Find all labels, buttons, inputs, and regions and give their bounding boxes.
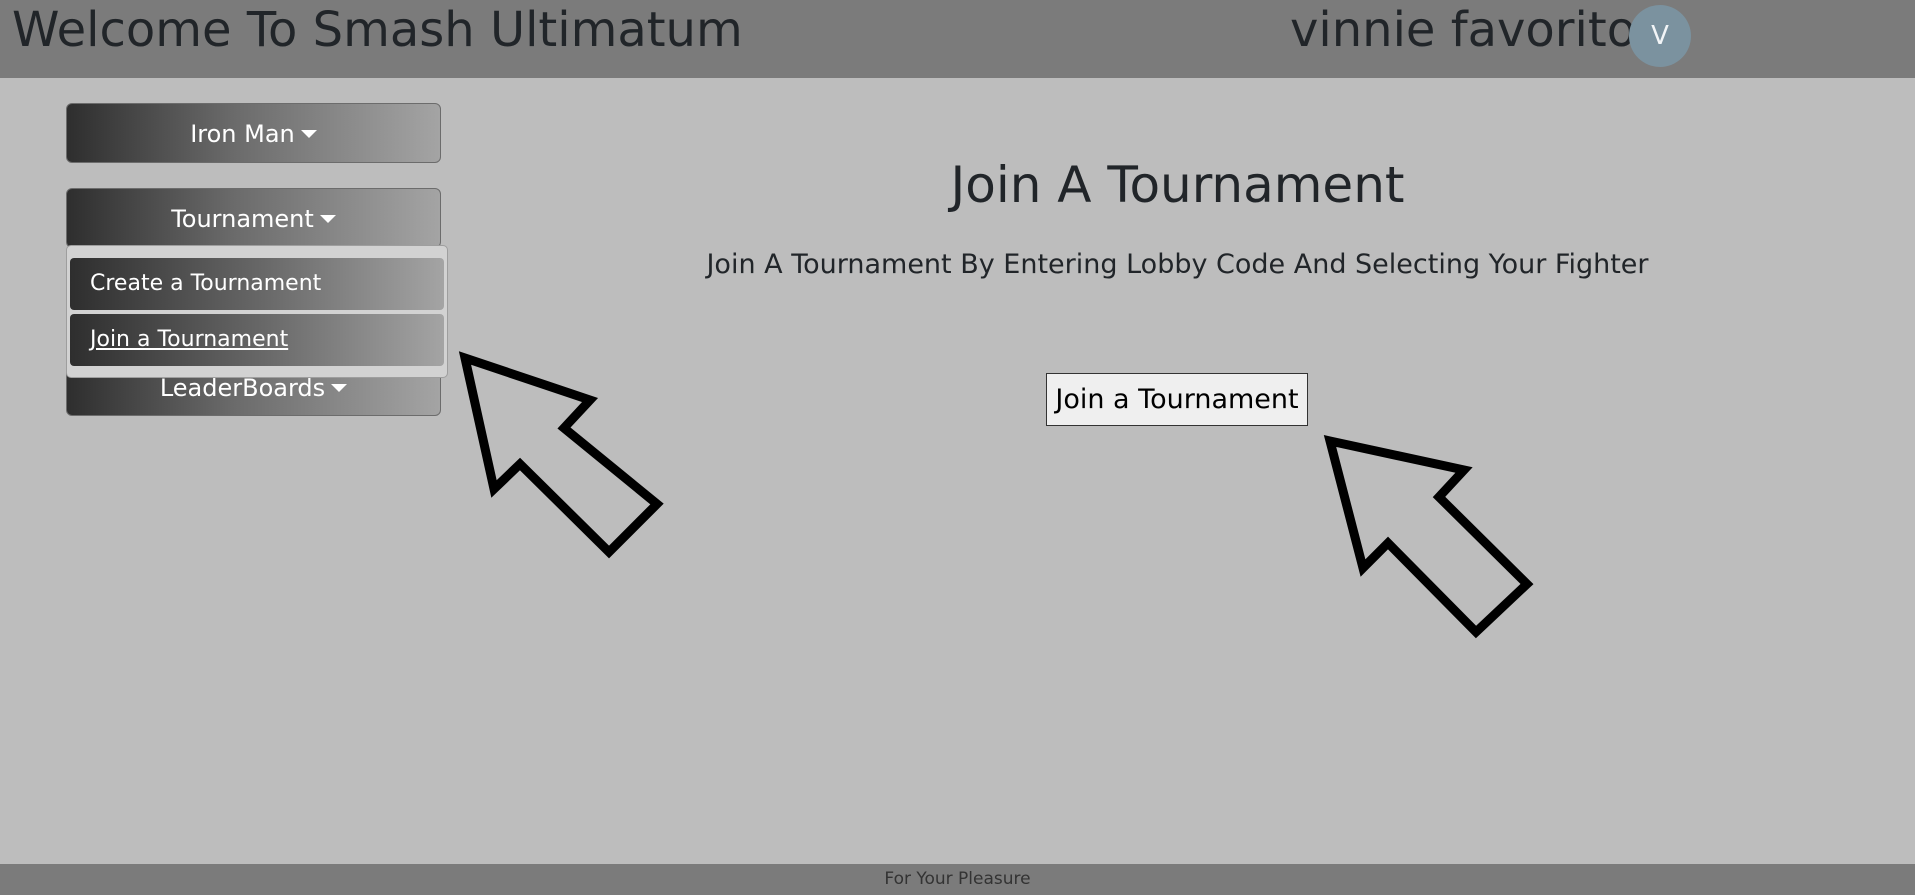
app-root: Welcome To Smash Ultimatum vinnie favori… <box>0 0 1915 895</box>
user-name: vinnie favorito <box>1290 2 1637 58</box>
caret-down-icon <box>319 215 336 223</box>
page-subtitle: Join A Tournament By Entering Lobby Code… <box>706 249 1649 280</box>
caret-down-icon <box>331 384 348 392</box>
join-tournament-menu-item[interactable]: Join a Tournament <box>70 314 444 366</box>
footer: For Your Pleasure <box>0 864 1915 895</box>
tournament-dropdown-menu: Create a Tournament Join a Tournament <box>66 245 448 378</box>
iron-man-label: Iron Man <box>190 120 295 148</box>
caret-down-icon <box>300 130 317 138</box>
page-title: Join A Tournament <box>950 156 1405 214</box>
create-tournament-menu-item[interactable]: Create a Tournament <box>70 258 444 310</box>
arrow-pointer-icon <box>458 351 664 559</box>
tournament-label: Tournament <box>171 205 314 233</box>
avatar[interactable]: V <box>1629 5 1691 67</box>
arrow-pointer-icon <box>1323 435 1534 639</box>
leaderboards-label: LeaderBoards <box>159 374 326 402</box>
footer-text: For Your Pleasure <box>884 869 1031 889</box>
top-header: Welcome To Smash Ultimatum vinnie favori… <box>0 0 1915 78</box>
app-title: Welcome To Smash Ultimatum <box>12 2 743 58</box>
tournament-dropdown-button[interactable]: Tournament <box>66 188 441 248</box>
join-tournament-button[interactable]: Join a Tournament <box>1046 373 1308 426</box>
iron-man-dropdown-button[interactable]: Iron Man <box>66 103 441 163</box>
